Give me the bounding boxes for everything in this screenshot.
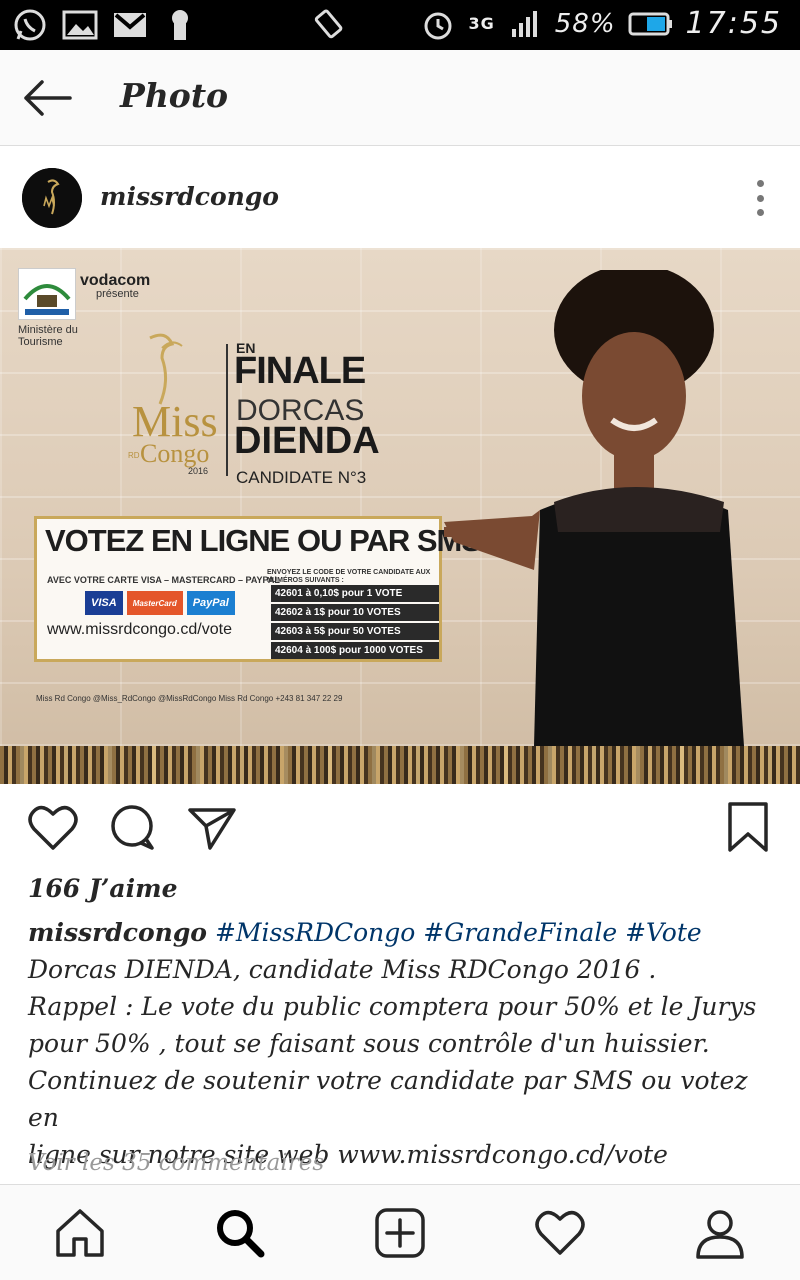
social-handles: Miss Rd Congo @Miss_RdCongo @MissRdCongo… bbox=[36, 694, 343, 703]
bottom-navigation bbox=[0, 1184, 800, 1280]
search-icon[interactable] bbox=[214, 1207, 266, 1259]
keyhole-icon bbox=[162, 8, 198, 42]
alarm-icon bbox=[420, 7, 456, 41]
battery-icon bbox=[628, 7, 674, 41]
vote-title: VOTEZ EN LIGNE OU PAR SMS bbox=[45, 523, 482, 558]
visa-logo: VISA bbox=[85, 591, 123, 615]
sms-row: 42601 à 0,10$ pour 1 VOTE bbox=[271, 585, 439, 602]
status-bar: 3G 58% 17:55 bbox=[0, 0, 800, 50]
gmail-icon bbox=[112, 8, 148, 42]
avatar[interactable] bbox=[22, 168, 82, 228]
post-username[interactable]: missrdcongo bbox=[100, 182, 279, 211]
page-title: Photo bbox=[120, 76, 229, 115]
heart-icon[interactable] bbox=[26, 802, 80, 854]
ministry-text: Ministère du Tourisme bbox=[18, 324, 78, 348]
svg-text:Congo: Congo bbox=[140, 439, 209, 468]
payment-cards: VISA MasterCard PayPal bbox=[85, 591, 235, 615]
vote-card-text: AVEC VOTRE CARTE VISA – MASTERCARD – PAY… bbox=[47, 575, 280, 585]
more-options-icon[interactable] bbox=[754, 180, 766, 216]
sms-row: 42603 à 5$ pour 50 VOTES bbox=[271, 623, 439, 640]
whatsapp-icon bbox=[12, 8, 48, 42]
caption-line: Rappel : Le vote du public comptera pour… bbox=[28, 992, 757, 1021]
sms-instructions: ENVOYEZ LE CODE DE VOTRE CANDIDATE AUX N… bbox=[267, 569, 431, 584]
svg-text:RD: RD bbox=[128, 451, 140, 460]
profile-icon[interactable] bbox=[694, 1207, 746, 1259]
caption-line: Continuez de soutenir votre candidate pa… bbox=[28, 1066, 756, 1132]
back-arrow-icon[interactable] bbox=[20, 76, 74, 120]
rotate-icon bbox=[312, 7, 348, 41]
network-type: 3G bbox=[468, 14, 495, 33]
share-icon[interactable] bbox=[186, 802, 240, 854]
paypal-logo: PayPal bbox=[186, 591, 235, 615]
comment-icon[interactable] bbox=[106, 802, 160, 854]
caption-username[interactable]: missrdcongo bbox=[28, 918, 207, 947]
app-bar: Photo bbox=[0, 50, 800, 146]
candidate-photo bbox=[444, 264, 800, 746]
activity-heart-icon[interactable] bbox=[534, 1207, 586, 1259]
hashtag[interactable]: #MissRDCongo bbox=[215, 918, 415, 947]
candidate-number: CANDIDATE N°3 bbox=[236, 468, 367, 487]
sponsor-subtitle: présente bbox=[96, 288, 139, 300]
sms-row: 42602 à 1$ pour 10 VOTES bbox=[271, 604, 439, 621]
sms-table: 42601 à 0,10$ pour 1 VOTE 42602 à 1$ pou… bbox=[271, 585, 439, 661]
post-caption: missrdcongo #MissRDCongo #GrandeFinale #… bbox=[28, 914, 778, 1173]
sms-row: 42604 à 100$ pour 1000 VOTES bbox=[271, 642, 439, 659]
hashtag[interactable]: #GrandeFinale bbox=[423, 918, 617, 947]
caption-line: Dorcas DIENDA, candidate Miss RDCongo 20… bbox=[28, 955, 657, 984]
vote-panel: VOTEZ EN LIGNE OU PAR SMS AVEC VOTRE CAR… bbox=[34, 516, 482, 662]
signal-icon bbox=[507, 7, 543, 41]
vote-url: www.missrdcongo.cd/vote bbox=[47, 621, 232, 638]
clock: 17:55 bbox=[685, 6, 782, 41]
home-icon[interactable] bbox=[54, 1207, 106, 1259]
candidate-last-name: DIENDA bbox=[234, 420, 380, 462]
gallery-icon bbox=[62, 8, 98, 42]
miss-rdcongo-logo: Miss Congo RD 2016 bbox=[110, 328, 230, 478]
likes-count[interactable]: 166 J’aime bbox=[28, 874, 177, 903]
title-divider bbox=[226, 344, 228, 476]
ministry-logo bbox=[18, 268, 76, 320]
bookmark-icon[interactable] bbox=[722, 802, 776, 854]
title-finale: FINALE bbox=[234, 350, 366, 392]
view-comments-link[interactable]: Voir les 35 commentaires bbox=[28, 1150, 324, 1176]
post-header: missrdcongo bbox=[0, 148, 800, 248]
post-actions bbox=[0, 784, 800, 874]
logo-year: 2016 bbox=[188, 466, 208, 476]
caption-line: pour 50% , tout se faisant sous contrôle… bbox=[28, 1029, 710, 1058]
mastercard-logo: MasterCard bbox=[126, 591, 183, 615]
hashtag[interactable]: #Vote bbox=[625, 918, 702, 947]
add-post-icon[interactable] bbox=[374, 1207, 426, 1259]
post-image[interactable]: Ministère du Tourisme vodacom présente M… bbox=[0, 248, 800, 784]
battery-level: 58% bbox=[554, 8, 616, 39]
